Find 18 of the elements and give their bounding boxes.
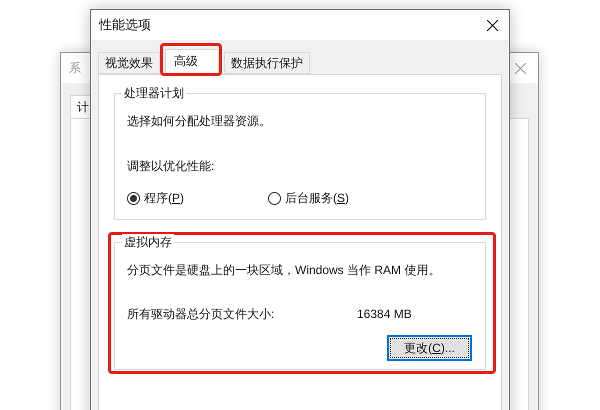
tab[interactable]: 视觉效果 [98,52,160,74]
group-title: 处理器计划 [122,85,186,101]
size-label: 所有驱动器总分页文件大小: [127,306,276,323]
prompt-text: 调整以优化性能: [127,158,216,175]
description-text: 选择如何分配处理器资源。 [127,113,272,130]
radio-button[interactable] [127,192,140,204]
size-value: 16384 MB [357,306,412,323]
description-text: 分页文件是硬盘上的一块区域，Windows 当作 RAM 使用。 [127,262,442,279]
close-icon[interactable] [487,20,498,30]
change-button[interactable]: 更改(C)... [387,335,472,361]
tab[interactable]: 高级 [165,49,219,75]
window-title: 系 [69,60,81,77]
window-title: 性能选项 [99,16,151,34]
radio-option[interactable]: 程序(P) [127,189,268,207]
tab[interactable]: 数据执行保护 [224,52,310,74]
radio-button[interactable] [268,192,281,204]
group-title: 虚拟内存 [122,234,174,250]
radio-option[interactable]: 后台服务(S) [268,189,350,207]
